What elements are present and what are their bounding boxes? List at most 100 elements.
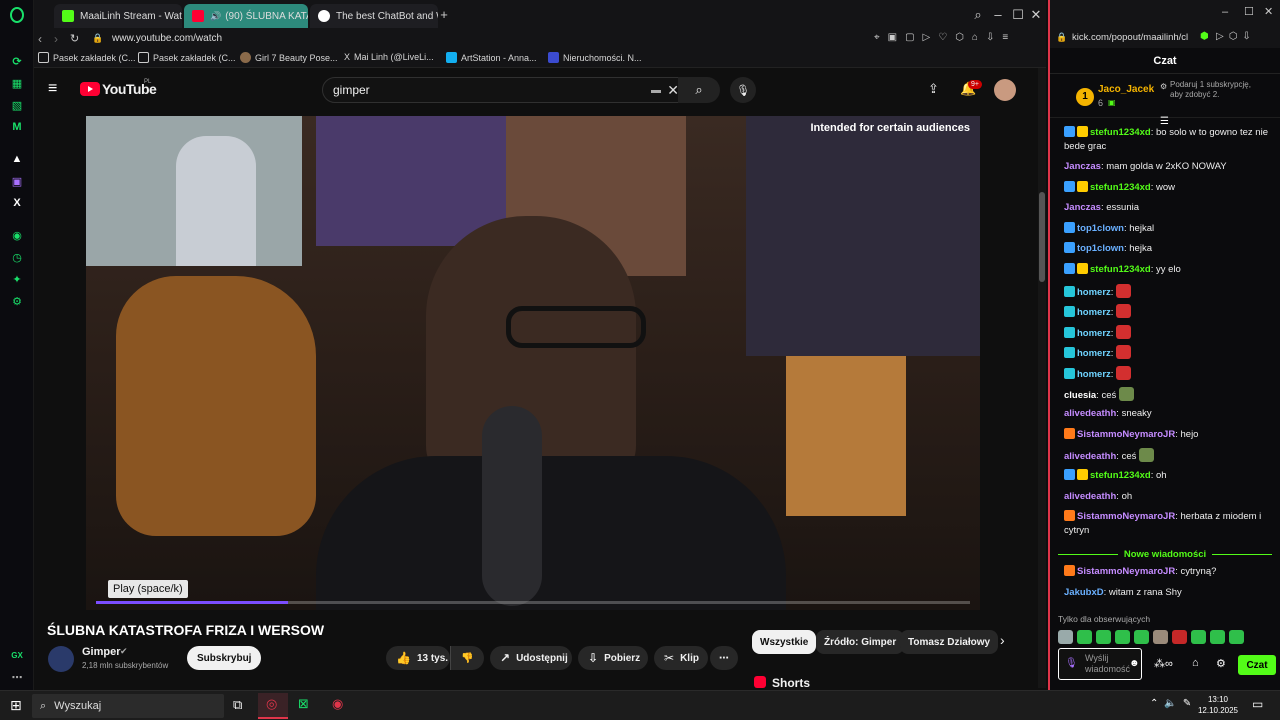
chat-message[interactable]: top1clown: hejka [1064, 242, 1274, 256]
x-twitter-icon[interactable]: X [8, 194, 26, 212]
chat-message[interactable]: SistammoNeymaroJR: cytryną? [1064, 565, 1274, 579]
messenger-icon[interactable]: M [8, 118, 26, 136]
top-gifter-name[interactable]: Jaco_Jacek [1098, 84, 1154, 95]
chip-all[interactable]: Wszystkie [752, 630, 817, 654]
chat-message-input[interactable]: 🎙 Wyślij wiadomość ☻ [1058, 648, 1142, 680]
emote-picker-icon[interactable] [1077, 630, 1092, 644]
chat-username[interactable]: alivedeathh [1064, 451, 1116, 462]
chat-username[interactable]: alivedeathh [1064, 491, 1116, 502]
channel-name[interactable]: Gimper [82, 646, 121, 658]
chip-source-gimper[interactable]: Źródło: Gimper [816, 630, 905, 654]
progress-bar[interactable] [96, 601, 970, 604]
chat-username[interactable]: Janczas [1064, 161, 1101, 172]
chat-username[interactable]: homerz [1077, 287, 1111, 298]
maximize-icon[interactable]: ☐ [1010, 7, 1026, 23]
video-player[interactable]: Intended for certain audiences Play (spa… [86, 116, 980, 610]
bookmark-folder-1[interactable]: Pasek zakładek (C... [38, 52, 136, 63]
chat-tools-icon[interactable]: ⁂∞ [1154, 657, 1173, 670]
search-input[interactable]: gimper ▬ ✕ [322, 77, 710, 103]
chat-message[interactable]: stefun1234xd: bo solo w to gowno tez nie… [1064, 126, 1274, 154]
chat-message[interactable]: alivedeathh: oh [1064, 490, 1274, 504]
twitch-icon[interactable]: ▣ [8, 172, 26, 190]
download-button[interactable]: ⇩ Pobierz [578, 646, 648, 670]
chat-message[interactable]: homerz: [1064, 304, 1274, 320]
chat-username[interactable]: Janczas [1064, 202, 1101, 213]
task-view-icon[interactable]: ⧉ [233, 697, 242, 713]
history-icon[interactable]: ⟳ [8, 52, 26, 70]
emote-picker-icon[interactable] [1058, 630, 1073, 644]
close-window-icon[interactable]: ✕ [1028, 7, 1044, 23]
youtube-logo-icon[interactable] [80, 82, 100, 96]
bookmark-girl-pose[interactable]: Girl 7 Beauty Pose... [240, 52, 338, 63]
chat-message[interactable]: SistammoNeymaroJR: herbata z miodem i cy… [1064, 510, 1274, 538]
chat-message[interactable]: homerz: [1064, 366, 1274, 382]
forward-icon[interactable]: › [54, 32, 58, 46]
settings-gear-icon[interactable]: ⚙ [8, 292, 26, 310]
share-button[interactable]: ↗ Udostępnij [490, 646, 572, 670]
system-tray-icons[interactable]: ⌃🔈✎ [1150, 698, 1197, 709]
new-tab-icon[interactable]: + [436, 7, 452, 22]
chat-username[interactable]: homerz [1077, 328, 1111, 339]
store-icon[interactable]: ⌂ [1192, 657, 1199, 669]
chat-message[interactable]: stefun1234xd: oh [1064, 469, 1274, 483]
chips-next-icon[interactable]: › [1000, 632, 1005, 648]
chat-username[interactable]: stefun1234xd [1090, 264, 1151, 275]
chat-username[interactable]: homerz [1077, 307, 1111, 318]
more-actions-button[interactable]: ⋯ [710, 646, 738, 670]
url-field[interactable]: www.youtube.com/watch [112, 33, 222, 44]
emote-picker-icon[interactable] [1172, 630, 1187, 644]
chat-message[interactable]: alivedeathh: sneaky [1064, 407, 1274, 421]
chat-username[interactable]: stefun1234xd [1090, 470, 1151, 481]
keyboard-icon[interactable]: ▬ [651, 85, 661, 96]
notification-center-icon[interactable]: ▭ [1252, 697, 1263, 711]
subscribe-button[interactable]: Subskrybuj [187, 646, 262, 670]
minimize-icon[interactable]: – [1222, 6, 1228, 18]
extensions-icon[interactable]: ✦ [8, 270, 26, 288]
upload-icon[interactable]: ⇪ [928, 81, 939, 97]
chat-username[interactable]: stefun1234xd [1090, 127, 1151, 138]
back-icon[interactable]: ‹ [38, 32, 42, 46]
chat-username[interactable]: alivedeathh [1064, 408, 1116, 419]
gift-prompt[interactable]: Podaruj 1 subskrypcję, aby zdobyć 2. [1170, 80, 1262, 100]
channel-avatar[interactable] [48, 646, 74, 672]
tab-youtube-video[interactable]: 🔊 (90) ŚLUBNA KATAS [184, 4, 308, 28]
speaker-icon[interactable]: 🔊 [210, 11, 221, 22]
address-toolbar-icons[interactable]: ⌖▣▢▷♡⬡⌂⇩≡ [874, 32, 1016, 43]
page-scrollbar[interactable] [1038, 68, 1046, 688]
emoji-icon[interactable]: ☻ [1129, 658, 1140, 669]
maximize-icon[interactable]: ☐ [1244, 5, 1254, 18]
chat-message[interactable]: homerz: [1064, 283, 1274, 300]
gx-corner-icon[interactable]: ▧ [8, 96, 26, 114]
kick-url-field[interactable]: kick.com/popout/maailinh/cl [1072, 32, 1188, 43]
voice-search-button[interactable]: 🎙 [730, 77, 756, 103]
chat-username[interactable]: homerz [1077, 369, 1111, 380]
chat-username[interactable]: SistammoNeymaroJR [1077, 566, 1175, 577]
clock-icon[interactable]: ◷ [8, 248, 26, 266]
avatar[interactable] [994, 79, 1016, 101]
send-chat-button[interactable]: Czat [1238, 655, 1276, 675]
opera-gx-logo-icon[interactable] [8, 6, 26, 24]
chat-username[interactable]: stefun1234xd [1090, 182, 1151, 193]
chat-message[interactable]: Janczas: mam golda w 2xKO NOWAY [1064, 160, 1274, 174]
player-icon[interactable]: ◉ [8, 226, 26, 244]
clip-button[interactable]: ✂ Klip [654, 646, 708, 670]
chat-username[interactable]: SistammoNeymaroJR [1077, 511, 1175, 522]
chat-username[interactable]: SistammoNeymaroJR [1077, 429, 1175, 440]
chat-username[interactable]: top1clown [1077, 243, 1124, 254]
emote-picker-icon[interactable] [1210, 630, 1225, 644]
search-tabs-icon[interactable]: ⌕ [970, 7, 986, 23]
minimize-icon[interactable]: – [990, 7, 1006, 22]
chat-message[interactable]: JakubxD: witam z rana Shy [1064, 586, 1274, 600]
bookmark-x-mailinh[interactable]: X Mai Linh (@LiveLi... [344, 52, 434, 62]
taskbar-clock[interactable]: 13:10 12.10.2025 [1196, 694, 1240, 716]
emote-picker-icon[interactable] [1096, 630, 1111, 644]
more-icon[interactable]: ⋯ [8, 668, 26, 686]
emote-picker-icon[interactable] [1229, 630, 1244, 644]
chat-message[interactable]: SistammoNeymaroJR: hejo [1064, 427, 1274, 442]
chat-message[interactable]: homerz: [1064, 324, 1274, 341]
emote-picker-icon[interactable] [1153, 630, 1168, 644]
tab-kick-stream[interactable]: MaaiLinh Stream - Watch [54, 4, 182, 28]
emote-picker-icon[interactable] [1134, 630, 1149, 644]
close-window-icon[interactable]: ✕ [1264, 5, 1273, 18]
dislike-button[interactable]: 👎 [450, 646, 484, 670]
